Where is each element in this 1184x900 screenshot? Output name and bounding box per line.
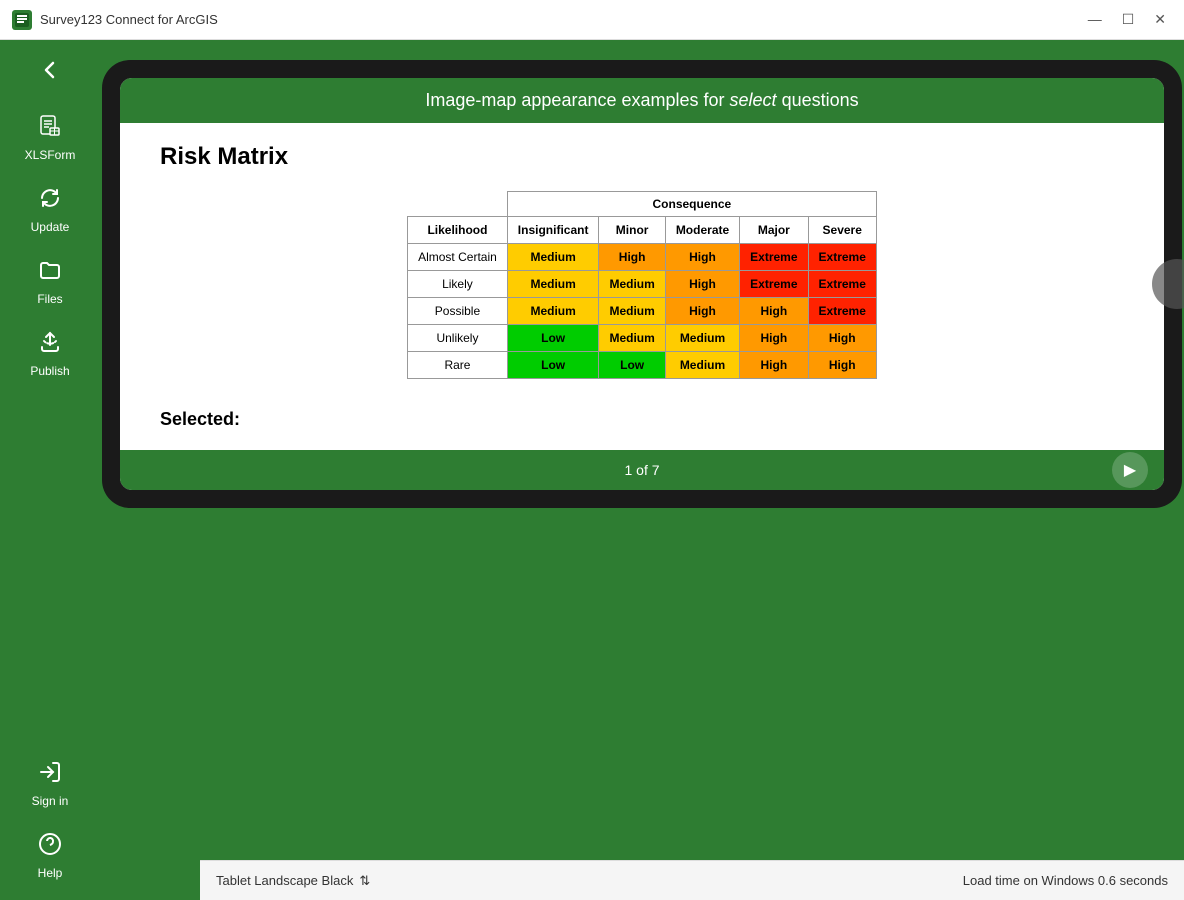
sidebar-item-update[interactable]: Update [5, 176, 95, 244]
sidebar-item-files[interactable]: Files [5, 248, 95, 316]
matrix-cell-1-2[interactable]: High [665, 271, 739, 298]
matrix-cell-0-4[interactable]: Extreme [808, 244, 876, 271]
col-header-3: Major [740, 217, 808, 244]
matrix-cell-1-3[interactable]: Extreme [740, 271, 808, 298]
matrix-cell-3-0[interactable]: Low [507, 325, 599, 352]
matrix-cell-1-1[interactable]: Medium [599, 271, 665, 298]
matrix-cell-4-1[interactable]: Low [599, 352, 665, 379]
page-title: Risk Matrix [160, 143, 1124, 171]
next-icon: ▶ [1124, 460, 1136, 480]
app-icon [12, 10, 32, 30]
update-icon [38, 186, 62, 216]
minimize-button[interactable]: — [1082, 9, 1108, 30]
matrix-row: UnlikelyLowMediumMediumHighHigh [408, 325, 877, 352]
matrix-row: PossibleMediumMediumHighHighExtreme [408, 298, 877, 325]
matrix-cell-4-3[interactable]: High [740, 352, 808, 379]
app-title: Survey123 Connect for ArcGIS [40, 12, 218, 27]
window-controls[interactable]: — ☐ ✕ [1082, 9, 1172, 30]
matrix-cell-3-1[interactable]: Medium [599, 325, 665, 352]
status-bar: Tablet Landscape Black ⇅ Load time on Wi… [200, 860, 1184, 900]
matrix-cell-2-2[interactable]: High [665, 298, 739, 325]
col-header-2: Moderate [665, 217, 739, 244]
xlsform-icon [38, 114, 62, 144]
files-icon [38, 258, 62, 288]
matrix-cell-0-0[interactable]: Medium [507, 244, 599, 271]
sidebar-item-publish-label: Publish [30, 364, 69, 378]
row-label-3: Unlikely [408, 325, 508, 352]
matrix-cell-0-3[interactable]: Extreme [740, 244, 808, 271]
sidebar: XLSForm Update Files Publish Sign [0, 40, 100, 900]
maximize-button[interactable]: ☐ [1116, 9, 1141, 30]
row-label-1: Likely [408, 271, 508, 298]
matrix-row: RareLowLowMediumHighHigh [408, 352, 877, 379]
tablet-screen: Image-map appearance examples for select… [120, 78, 1164, 490]
load-time: Load time on Windows 0.6 seconds [963, 873, 1168, 888]
tablet-frame: Image-map appearance examples for select… [102, 60, 1182, 508]
matrix-wrapper: Consequence Likelihood Insignificant Min… [160, 191, 1124, 379]
tablet-header: Image-map appearance examples for select… [120, 78, 1164, 123]
row-label-0: Almost Certain [408, 244, 508, 271]
col-header-4: Severe [808, 217, 876, 244]
matrix-row: LikelyMediumMediumHighExtremeExtreme [408, 271, 877, 298]
device-name: Tablet Landscape Black [216, 873, 353, 888]
sidebar-item-publish[interactable]: Publish [5, 320, 95, 388]
page-indicator: 1 of 7 [624, 462, 659, 478]
matrix-cell-0-2[interactable]: High [665, 244, 739, 271]
matrix-cell-1-0[interactable]: Medium [507, 271, 599, 298]
matrix-cell-2-0[interactable]: Medium [507, 298, 599, 325]
sidebar-item-help-label: Help [38, 866, 63, 880]
matrix-cell-4-4[interactable]: High [808, 352, 876, 379]
sidebar-item-help[interactable]: Help [5, 822, 95, 890]
device-selector[interactable]: Tablet Landscape Black ⇅ [216, 873, 370, 889]
titlebar-left: Survey123 Connect for ArcGIS [12, 10, 218, 30]
matrix-cell-4-2[interactable]: Medium [665, 352, 739, 379]
sidebar-item-files-label: Files [37, 292, 62, 306]
matrix-cell-2-3[interactable]: High [740, 298, 808, 325]
back-button[interactable] [25, 50, 75, 90]
sidebar-item-update-label: Update [31, 220, 70, 234]
matrix-cell-4-0[interactable]: Low [507, 352, 599, 379]
tablet-footer: 1 of 7 ▶ [120, 450, 1164, 490]
next-button[interactable]: ▶ [1112, 452, 1148, 488]
matrix-cell-1-4[interactable]: Extreme [808, 271, 876, 298]
sidebar-item-signin[interactable]: Sign in [5, 750, 95, 818]
likelihood-label: Likelihood [408, 217, 508, 244]
row-label-4: Rare [408, 352, 508, 379]
sidebar-item-xlsform[interactable]: XLSForm [5, 104, 95, 172]
sidebar-item-xlsform-label: XLSForm [25, 148, 76, 162]
app-layout: XLSForm Update Files Publish Sign [0, 40, 1184, 900]
matrix-cell-3-3[interactable]: High [740, 325, 808, 352]
matrix-cell-0-1[interactable]: High [599, 244, 665, 271]
row-label-2: Possible [408, 298, 508, 325]
signin-icon [38, 760, 62, 790]
matrix-cell-3-4[interactable]: High [808, 325, 876, 352]
col-header-0: Insignificant [507, 217, 599, 244]
matrix-cell-3-2[interactable]: Medium [665, 325, 739, 352]
device-selector-icon: ⇅ [359, 873, 370, 889]
matrix-cell-2-4[interactable]: Extreme [808, 298, 876, 325]
consequence-header: Consequence [507, 192, 876, 217]
close-button[interactable]: ✕ [1148, 9, 1172, 30]
selected-label: Selected: [160, 409, 1124, 430]
matrix-row: Almost CertainMediumHighHighExtremeExtre… [408, 244, 877, 271]
publish-icon [38, 330, 62, 360]
col-header-1: Minor [599, 217, 665, 244]
help-icon [38, 832, 62, 862]
tablet-body: Risk Matrix Consequence Likelihood [120, 123, 1164, 450]
titlebar: Survey123 Connect for ArcGIS — ☐ ✕ [0, 0, 1184, 40]
risk-matrix-table[interactable]: Consequence Likelihood Insignificant Min… [407, 191, 877, 379]
matrix-cell-2-1[interactable]: Medium [599, 298, 665, 325]
sidebar-item-signin-label: Sign in [32, 794, 69, 808]
